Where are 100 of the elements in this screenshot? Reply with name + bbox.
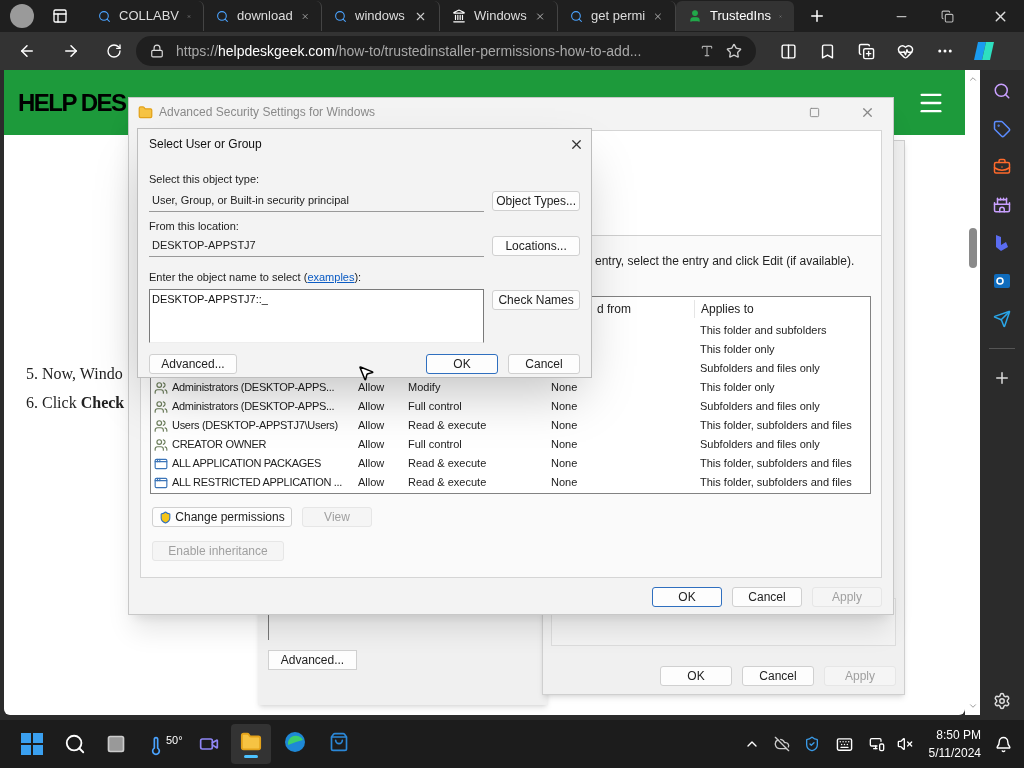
ok-button[interactable]: OK — [426, 353, 498, 374]
search-icon — [334, 9, 347, 23]
temperature-text: 50° — [166, 733, 183, 748]
tab-actions-icon[interactable] — [52, 8, 68, 24]
cancel-button[interactable]: Cancel — [508, 353, 580, 374]
scroll-thumb[interactable] — [968, 227, 977, 268]
change-permissions-button[interactable]: Change permissions — [152, 507, 292, 527]
network-icon[interactable] — [868, 736, 885, 752]
field-label: Enter the object name to select (examples): — [149, 270, 363, 285]
table-cell: Modify — [408, 381, 441, 394]
time-text: 8:50 PM — [936, 727, 981, 744]
app-window-icon — [154, 475, 168, 490]
tab-title: TrustedIns — [710, 7, 771, 26]
address-bar[interactable]: https://helpdeskgeek.com/how-to/trustedinstaller-permissions-how-to-add... — [136, 36, 756, 66]
weather-widget[interactable]: 50° — [146, 732, 183, 756]
favorite-icon[interactable] — [726, 43, 742, 59]
profile-avatar[interactable] — [10, 4, 34, 28]
field-label: From this location: — [149, 218, 240, 234]
table-cell: Allow — [358, 400, 385, 413]
refresh-icon[interactable] — [106, 43, 122, 59]
send-icon[interactable] — [993, 310, 1011, 328]
advanced-button[interactable]: Advanced... — [149, 353, 237, 374]
browser-tab[interactable]: COLLABV — [86, 1, 204, 31]
start-icon[interactable] — [20, 732, 44, 756]
collections-icon[interactable] — [858, 42, 875, 60]
table-cell-text: ALL RESTRICTED APPLICATION ... — [172, 475, 343, 491]
table-cell: None — [551, 476, 578, 489]
forward-icon[interactable] — [62, 42, 80, 60]
site-logo[interactable]: HELP DES — [18, 84, 126, 121]
dialog-button[interactable]: Cancel — [732, 587, 802, 607]
restore-icon[interactable] — [941, 9, 954, 23]
cloud-off-icon[interactable] — [773, 736, 790, 752]
url-text: https://helpdeskgeek.com/how-to/trustedinstaller-permissions-how-to-add... — [176, 41, 643, 61]
table-cell: None — [551, 457, 578, 470]
table-cell: Read & execute — [408, 476, 487, 489]
table-cell: This folder, subfolders and files — [700, 476, 852, 489]
instruction-text: entry, select the entry and click Edit (if available). — [595, 253, 856, 270]
object-types-button[interactable]: Object Types... — [492, 190, 580, 211]
advanced-button[interactable]: Advanced... — [268, 650, 357, 670]
search-icon[interactable] — [64, 733, 86, 755]
table-cell: Subfolders and files only — [700, 400, 820, 413]
users-icon — [154, 399, 168, 414]
shield-icon — [159, 510, 173, 524]
dialog-title: Select User or Group — [149, 136, 263, 153]
table-cell: Read & execute — [408, 419, 487, 432]
add-icon[interactable] — [993, 369, 1011, 387]
dialog-button[interactable]: Cancel — [742, 666, 814, 686]
split-screen-icon[interactable] — [780, 42, 797, 60]
step-text: 6. Click Check — [26, 393, 125, 413]
object-name-field[interactable]: DESKTOP-APPSTJ7::_ — [149, 288, 485, 343]
tab-title: download — [237, 7, 293, 26]
dialog-button[interactable]: OK — [660, 666, 732, 686]
search-icon[interactable] — [993, 82, 1011, 100]
toolbox-icon[interactable] — [993, 158, 1011, 176]
date-text: 5/11/2024 — [928, 745, 981, 762]
table-cell: This folder and subfolders — [700, 324, 827, 337]
table-cell: Read & execute — [408, 457, 487, 470]
browser-tab[interactable]: Windows — [440, 1, 558, 31]
new-tab-icon[interactable] — [808, 7, 826, 25]
task-view-icon[interactable] — [106, 734, 126, 754]
back-icon[interactable] — [18, 42, 36, 60]
table-cell: Allow — [358, 381, 385, 394]
table-cell: None — [551, 381, 578, 394]
keyboard-icon[interactable] — [835, 735, 853, 753]
dialog-button[interactable]: OK — [652, 587, 722, 607]
tag-icon[interactable] — [993, 120, 1011, 138]
field-label: Select this object type: — [149, 172, 261, 187]
tab-title: get permi — [591, 7, 646, 26]
mail-icon[interactable] — [993, 272, 1011, 290]
table-cell: This folder, subfolders and files — [700, 457, 852, 470]
shield-icon[interactable] — [803, 736, 820, 752]
read-aloud-icon[interactable] — [700, 44, 714, 58]
table-cell: Allow — [358, 476, 385, 489]
taskbar-app[interactable] — [230, 724, 271, 764]
tab-title: Windows — [474, 7, 527, 26]
examples-link[interactable]: examples — [307, 271, 355, 283]
users-icon — [154, 380, 168, 395]
browser-tab[interactable]: windows — [322, 1, 440, 31]
check-names-button[interactable]: Check Names — [492, 289, 580, 310]
mute-icon[interactable] — [896, 736, 913, 752]
browser-logo-icon — [283, 730, 306, 753]
person-icon — [688, 9, 702, 23]
clock[interactable]: 8:50 PM 5/11/2024 — [928, 726, 981, 762]
heart-pulse-icon[interactable] — [897, 42, 914, 60]
scrollbar[interactable] — [965, 70, 980, 715]
bag-icon — [328, 731, 349, 752]
table-cell-text: Administrators (DESKTOP-APPS... — [172, 380, 335, 396]
browser-tab[interactable]: TrustedIns — [676, 1, 794, 31]
table-cell: This folder only — [700, 343, 775, 356]
column-header[interactable]: Applies to — [694, 300, 870, 318]
folder-icon — [138, 104, 153, 120]
tab-title: windows — [355, 7, 406, 26]
table-cell-text: Administrators (DESKTOP-APPS... — [172, 399, 335, 415]
favorites-icon[interactable] — [819, 42, 836, 60]
settings-icon[interactable] — [993, 692, 1011, 710]
notification-icon[interactable] — [995, 735, 1012, 753]
users-icon — [154, 418, 168, 433]
locations-button[interactable]: Locations... — [492, 236, 580, 256]
table-cell: Subfolders and files only — [700, 438, 820, 451]
browser-tab[interactable]: download — [204, 1, 322, 31]
